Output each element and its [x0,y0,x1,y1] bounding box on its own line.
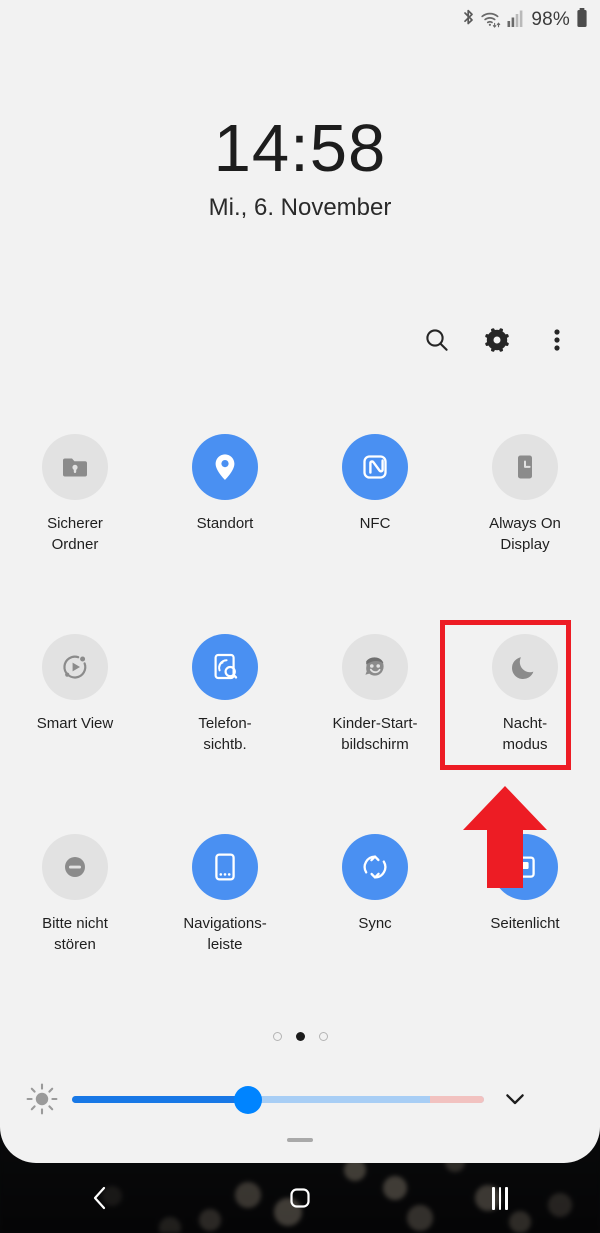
quick-toggle-grid: Sicherer Ordner Standort NFC Always On D… [0,425,600,1025]
toggle-sicherer-ordner[interactable]: Sicherer Ordner [0,425,150,625]
battery-percent-label: 98% [531,9,570,30]
home-icon[interactable] [200,1163,400,1233]
secure-folder-icon [42,434,108,500]
sync-icon [342,834,408,900]
status-bar: 98% [462,7,588,33]
toggle-label: Navigations- leiste [183,915,267,953]
toggle-label: Bitte nicht stören [42,915,108,953]
toggle-smart-view[interactable]: Smart View [0,625,150,825]
cellular-signal-icon [507,8,524,33]
smart-view-icon [42,634,108,700]
phone-screen: 98% 14:58 Mi., 6. November Sicherer Ordn… [0,0,600,1233]
toggle-label: Kinder-Start- bildschirm [332,715,418,753]
recents-bars [492,1186,508,1210]
recents-icon[interactable] [400,1163,600,1233]
more-vertical-icon[interactable] [542,325,572,355]
bluetooth-icon [462,8,475,33]
navigation-bar-icon [192,834,258,900]
wifi-icon [480,8,502,33]
brightness-icon [16,1082,68,1116]
toggle-label: NFC [359,515,391,532]
battery-full-icon [576,7,588,34]
search-icon[interactable] [422,325,452,355]
location-pin-icon [192,434,258,500]
quick-settings-panel: 98% 14:58 Mi., 6. November Sicherer Ordn… [0,0,600,1163]
phone-visibility-icon [192,634,258,700]
clock-date: Mi., 6. November [208,194,392,221]
toggle-nfc[interactable]: NFC [300,425,450,625]
back-icon[interactable] [0,1163,200,1233]
moon-icon [492,634,558,700]
toggle-nachtmodus[interactable]: Nacht- modus [450,625,600,825]
toggle-telefon-sichtbarkeit[interactable]: Telefon- sichtb. [150,625,300,825]
navigation-bar [0,1163,600,1233]
toggle-navigationsleiste[interactable]: Navigations- leiste [150,825,300,1025]
toggle-label: Smart View [36,715,114,732]
page-dot[interactable] [272,1032,282,1041]
toggle-kinder-startbildschirm[interactable]: Kinder-Start- bildschirm [300,625,450,825]
clock-time: 14:58 [213,111,387,186]
brightness-row [0,1076,600,1122]
chevron-down-icon[interactable] [484,1086,546,1112]
toggle-bitte-nicht-stoeren[interactable]: Bitte nicht stören [0,825,150,1025]
page-dot[interactable] [318,1032,328,1041]
toggle-label: Sicherer Ordner [47,515,103,553]
quick-toggle-row: Sicherer Ordner Standort NFC Always On D… [0,425,600,625]
quick-toggle-row: Bitte nicht stören Navigations- leiste S… [0,825,600,1025]
toggle-label: Nacht- modus [502,715,548,753]
always-on-display-icon [492,434,558,500]
slider-warm-range [430,1096,484,1103]
nfc-icon [342,434,408,500]
panel-grab-handle[interactable] [287,1138,313,1142]
toggle-label: Always On Display [489,515,561,553]
toggle-label: Telefon- sichtb. [198,715,252,753]
toggle-label: Standort [196,515,254,532]
brightness-slider[interactable] [72,1082,484,1116]
quick-settings-toolbar [422,325,572,355]
slider-fill [72,1096,249,1103]
kids-home-icon [342,634,408,700]
page-indicator [0,1032,600,1041]
toggle-seitenlicht[interactable]: Seitenlicht [450,825,600,1025]
toggle-label: Seitenlicht [490,915,560,932]
clock-block: 14:58 Mi., 6. November [0,110,600,222]
toggle-sync[interactable]: Sync [300,825,450,1025]
toggle-standort[interactable]: Standort [150,425,300,625]
do-not-disturb-icon [42,834,108,900]
gear-icon[interactable] [482,325,512,355]
page-dot-active[interactable] [295,1032,305,1041]
toggle-always-on-display[interactable]: Always On Display [450,425,600,625]
quick-toggle-row: Smart View Telefon- sichtb. Kinder-Start… [0,625,600,825]
toggle-label: Sync [358,915,392,932]
edge-lighting-icon [492,834,558,900]
slider-thumb[interactable] [234,1086,262,1114]
